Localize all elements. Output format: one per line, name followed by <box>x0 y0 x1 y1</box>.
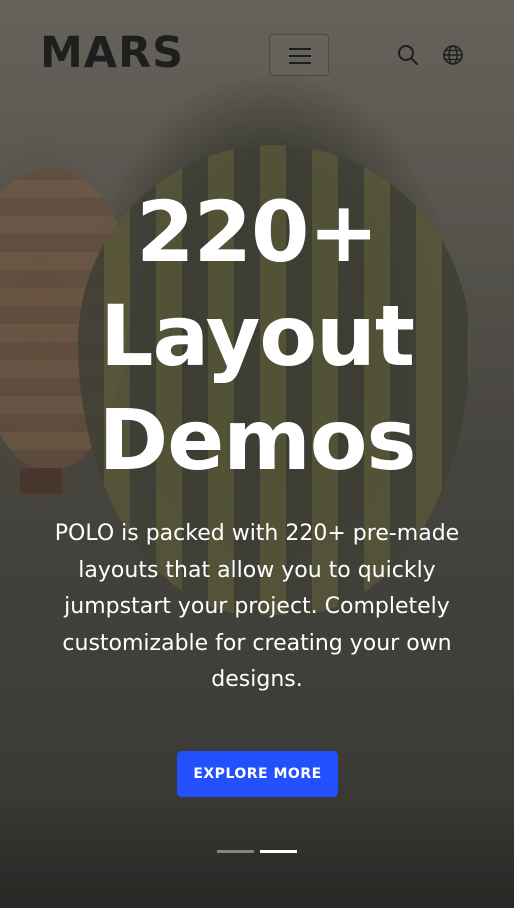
globe-icon <box>443 45 463 65</box>
slide-dot-2-active[interactable] <box>260 850 297 853</box>
hero-section: MARS 220+ Layout Demos POLO is packed wi… <box>0 0 514 908</box>
hero-title: 220+ Layout Demos <box>0 180 514 492</box>
hero-title-line: Demos <box>98 391 417 489</box>
site-logo[interactable]: MARS <box>40 28 184 78</box>
hero-title-line: Layout <box>99 287 415 385</box>
language-button[interactable] <box>441 43 465 67</box>
slide-dot-1[interactable] <box>217 850 254 853</box>
search-icon <box>398 45 418 65</box>
hero-description: POLO is packed with 220+ pre-made layout… <box>54 521 460 692</box>
search-button[interactable] <box>396 43 420 67</box>
explore-more-button[interactable]: EXPLORE MORE <box>177 751 338 797</box>
hero-title-line: 220+ <box>136 183 379 281</box>
slider-pagination <box>217 850 299 854</box>
menu-toggle-button[interactable] <box>269 34 329 76</box>
